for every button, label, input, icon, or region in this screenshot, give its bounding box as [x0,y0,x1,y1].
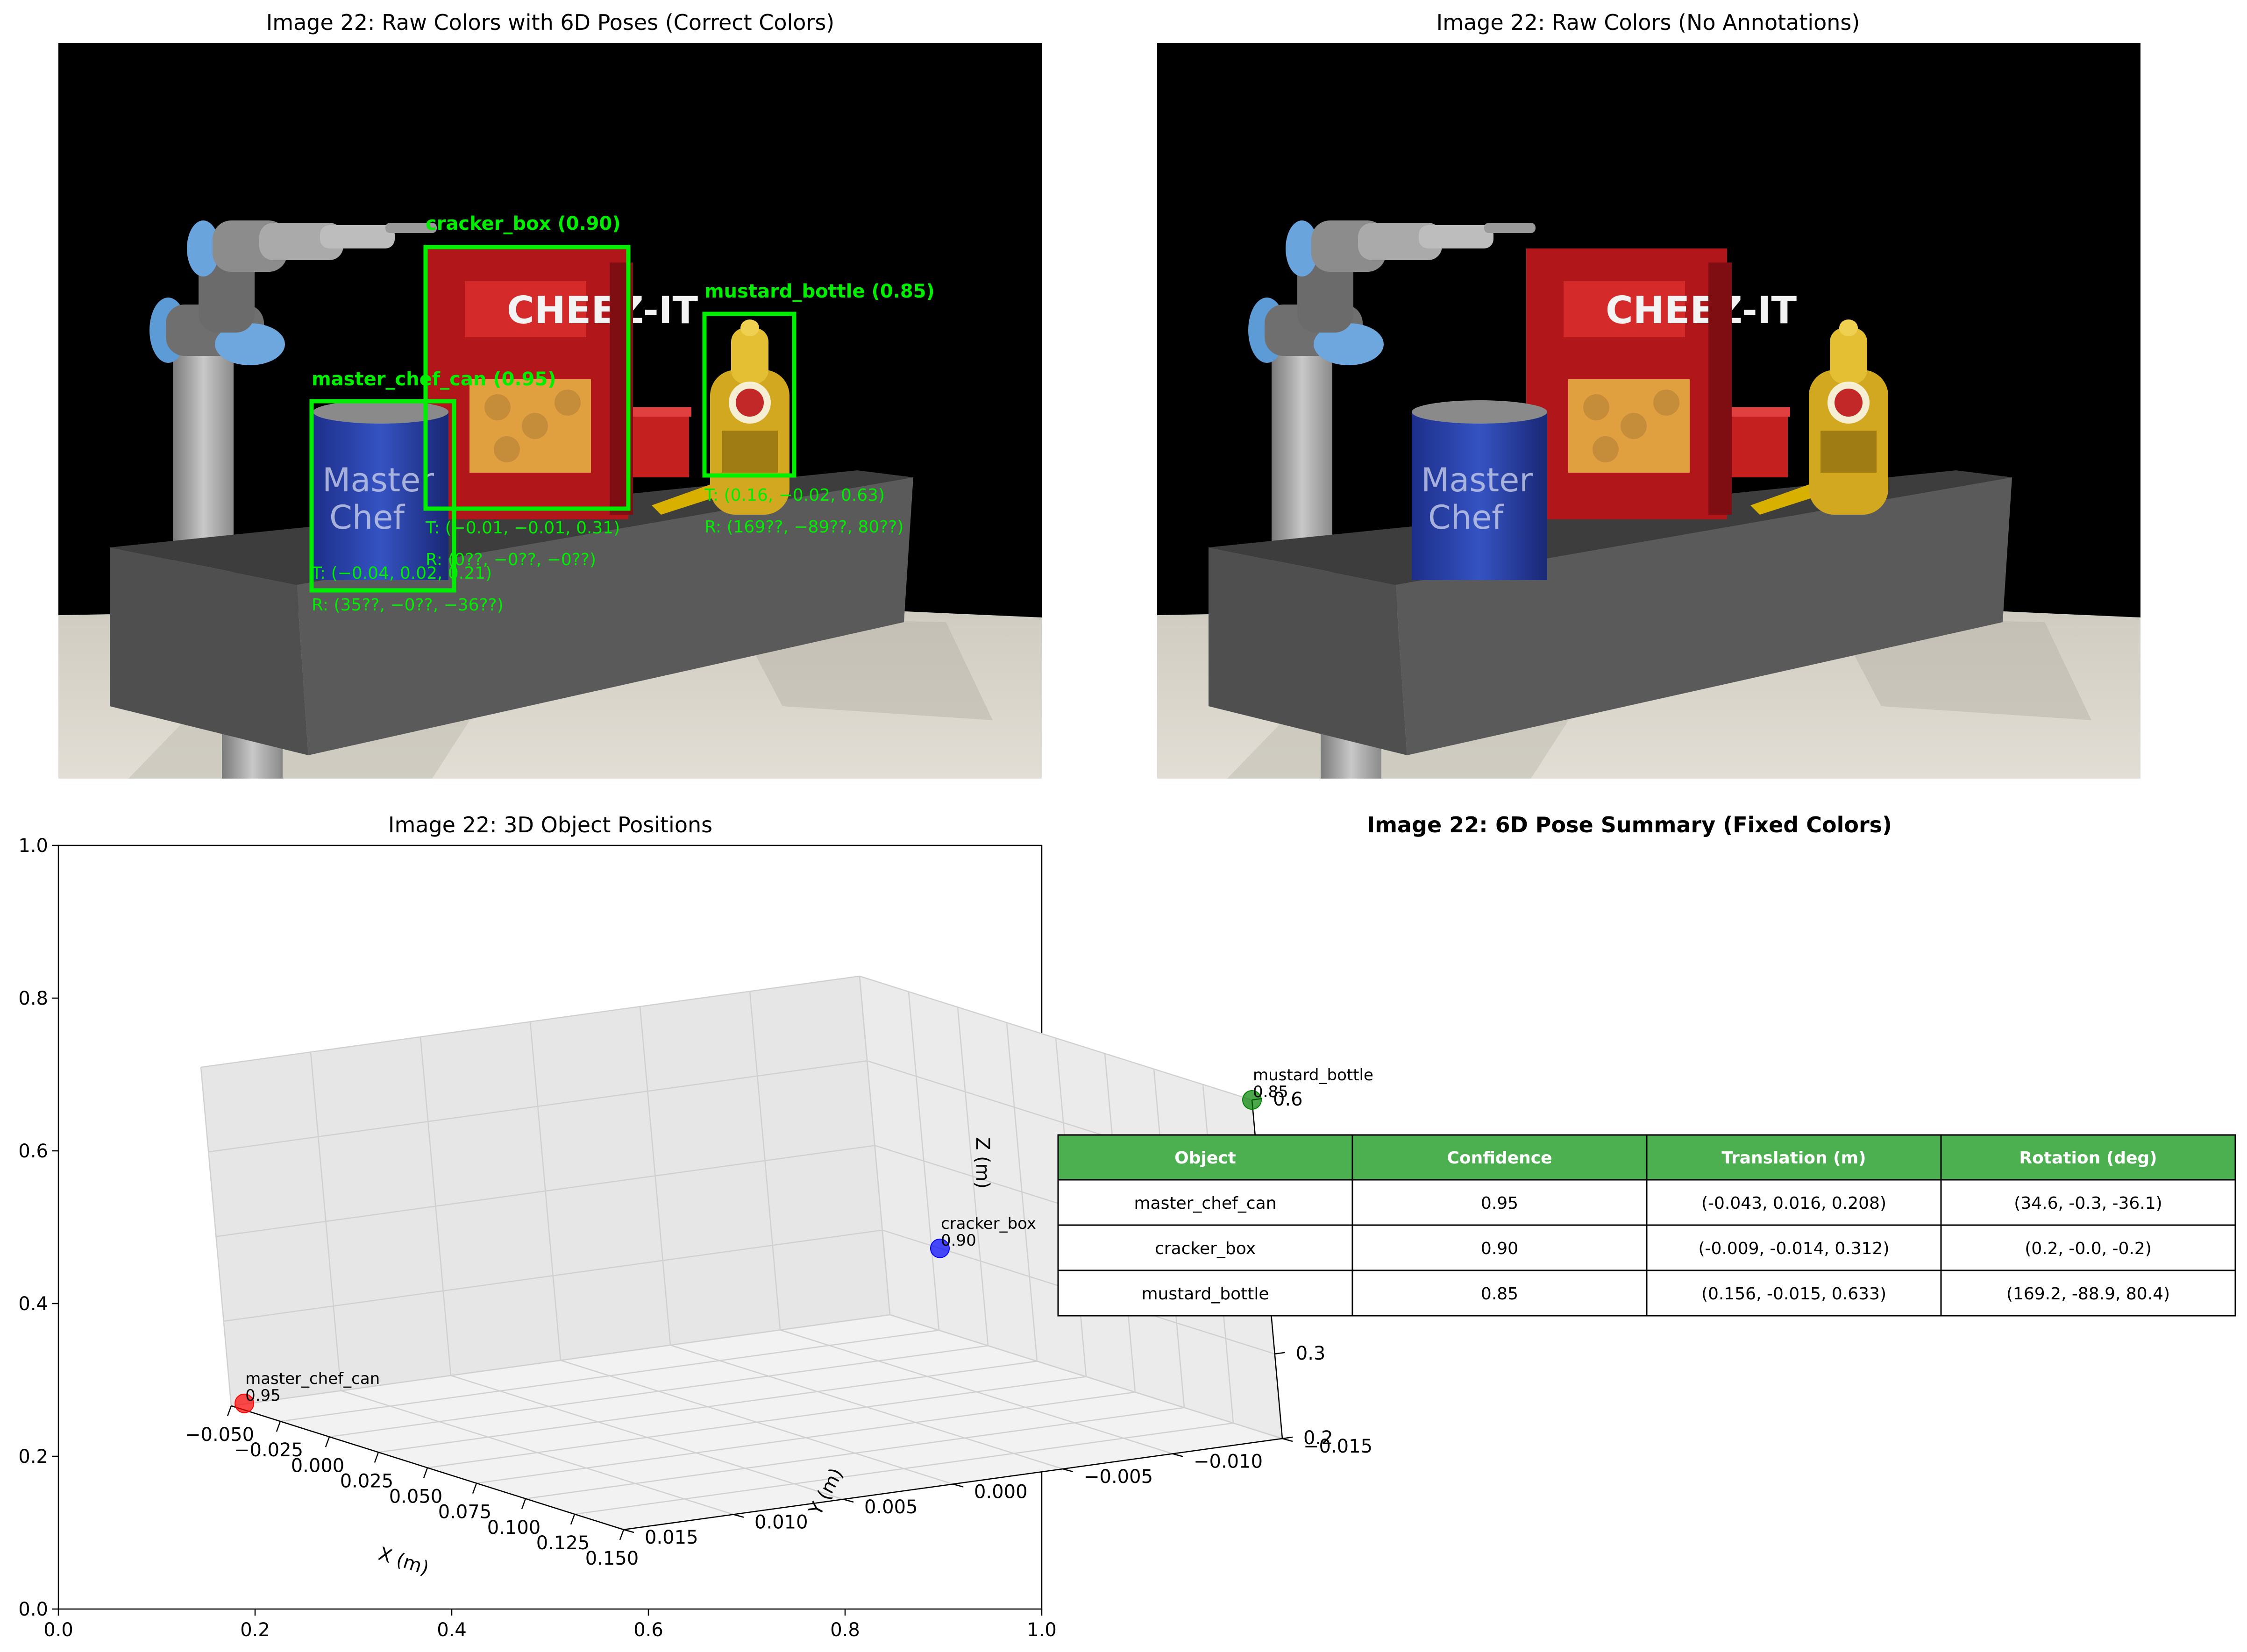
cell-rotation: (169.2, -88.9, 80.4) [2006,1284,2170,1304]
table-row: mustard_bottle 0.85 (0.156, -0.015, 0.63… [1057,1269,2236,1317]
x-tick-label: 0.150 [585,1548,639,1569]
y-tick-label: 0.015 [645,1527,698,1548]
cracker-box-detection-label: cracker_box (0.90) [426,213,621,234]
x-tick-label: 0.025 [340,1470,394,1492]
mustard-bottle-translation: T: (0.16, −0.02, 0.63) [704,486,885,505]
outer-x-tick-label: 1.0 [1027,1619,1057,1641]
cell-object: cracker_box [1155,1239,1256,1258]
cell-object: master_chef_can [1134,1194,1276,1213]
outer-y-tick-label: 0.0 [18,1599,48,1620]
outer-y-tick-label: 0.8 [18,988,48,1009]
outer-y-tick-label: 0.6 [18,1141,48,1162]
cell-confidence: 0.85 [1481,1284,1518,1304]
outer-x-tick-label: 0.0 [43,1619,73,1641]
pose-summary-table: Object Confidence Translation (m) Rotati… [1057,1134,2236,1317]
figure: CHEEZ-IT Master Chef Image 22: Raw Color… [18,10,2236,1641]
column-header-translation: Translation (m) [1721,1149,1866,1168]
z-axis-label: Z (m) [972,1137,993,1189]
z-tick-label: 0.2 [1303,1427,1333,1449]
column-header-rotation: Rotation (deg) [2019,1149,2157,1168]
mustard-bottle-detection-label: mustard_bottle (0.85) [704,281,935,302]
outer-x-tick-label: 0.6 [633,1619,663,1641]
y-tick [1172,1453,1183,1457]
point-label-name: mustard_bottle [1253,1066,1373,1085]
z-tick [1274,1352,1285,1354]
z-tick-label: 0.3 [1296,1343,1326,1364]
column-header-object: Object [1174,1149,1236,1168]
mustard-bottle-rotation: R: (169??, −89??, 80??) [704,518,903,537]
point-label-name: cracker_box [941,1214,1036,1233]
bottom-left-title: Image 22: 3D Object Positions [388,812,712,837]
outer-y-tick-label: 1.0 [18,835,48,857]
y-tick-label: 0.010 [754,1512,808,1533]
outer-y-tick-label: 0.2 [18,1446,48,1468]
cell-rotation: (0.2, -0.0, -0.2) [2025,1239,2152,1258]
raw-camera-image [1157,43,2140,779]
cell-translation: (-0.009, -0.014, 0.312) [1698,1239,1889,1258]
table-row: cracker_box 0.90 (-0.009, -0.014, 0.312)… [1057,1224,2236,1271]
y-tick-label: −0.005 [1084,1466,1153,1488]
y-tick [1062,1468,1074,1473]
point-label-confidence: 0.90 [941,1231,976,1250]
y-tick-label: 0.005 [864,1496,918,1518]
x-tick-label: 0.100 [487,1517,541,1539]
point-label-confidence: 0.95 [245,1386,281,1405]
x-tick-label: 0.125 [536,1532,590,1554]
cell-confidence: 0.95 [1481,1194,1518,1213]
cell-translation: (-0.043, 0.016, 0.208) [1701,1194,1886,1213]
cell-confidence: 0.90 [1481,1239,1518,1258]
annotated-camera-image: cracker_box (0.90) T: (−0.01, −0.01, 0.3… [58,43,1042,779]
x-tick-label: 0.075 [438,1502,492,1523]
y-tick-label: 0.000 [974,1482,1028,1503]
top-left-title: Image 22: Raw Colors with 6D Poses (Corr… [266,10,835,35]
point-label-name: master_chef_can [245,1369,380,1388]
master-chef-can-rotation: R: (35??, −0??, −36??) [312,596,504,615]
y-tick [1282,1438,1293,1442]
top-right-title: Image 22: Raw Colors (No Annotations) [1436,10,1860,35]
z-tick [1282,1436,1293,1439]
master-chef-can-translation: T: (−0.04, 0.02, 0.21) [311,564,492,583]
y-tick-label: −0.010 [1194,1451,1263,1473]
outer-y-tick-label: 0.4 [18,1293,48,1315]
column-header-confidence: Confidence [1447,1149,1552,1168]
outer-x-tick-label: 0.4 [437,1619,467,1641]
x-tick-label: 0.000 [291,1455,345,1476]
x-tick-label: 0.050 [389,1486,443,1508]
outer-x-tick-label: 0.8 [830,1619,860,1641]
cell-rotation: (34.6, -0.3, -36.1) [2014,1194,2162,1213]
bottom-right-title: Image 22: 6D Pose Summary (Fixed Colors) [1367,812,1892,837]
point-label-confidence: 0.85 [1253,1083,1288,1101]
master-chef-can-detection-label: master_chef_can (0.95) [312,369,556,390]
cell-object: mustard_bottle [1141,1284,1269,1304]
cell-translation: (0.156, -0.015, 0.633) [1701,1284,1886,1304]
table-header-row: Object Confidence Translation (m) Rotati… [1057,1134,2236,1181]
outer-x-tick-label: 0.2 [240,1619,270,1641]
table-row: master_chef_can 0.95 (-0.043, 0.016, 0.2… [1057,1179,2236,1226]
